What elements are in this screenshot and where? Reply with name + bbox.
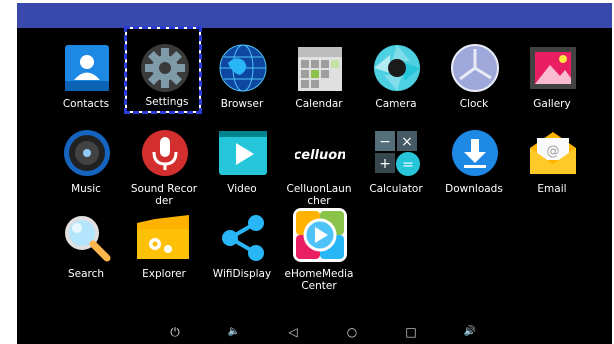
app-browser[interactable]: Browser	[203, 35, 281, 117]
app-contacts[interactable]: Contacts	[47, 35, 125, 117]
app-explorer[interactable]: Explorer	[125, 205, 203, 287]
app-label: eHomeMedia Center	[284, 268, 354, 292]
app-music[interactable]: Music	[47, 120, 125, 202]
app-label: Clock	[459, 98, 489, 110]
app-wifidisplay[interactable]: WifiDisplay	[203, 205, 281, 287]
volume-up-icon[interactable]: 🔊	[462, 324, 478, 340]
microphone-icon	[140, 128, 190, 178]
download-icon	[450, 128, 500, 178]
svg-text:@: @	[547, 144, 560, 159]
settings-gear-icon	[140, 43, 190, 93]
app-ehomemedia-center[interactable]: eHomeMedia Center	[280, 200, 358, 292]
power-icon[interactable]: ⏻	[167, 324, 183, 340]
media-play-icon	[292, 207, 348, 263]
app-settings[interactable]: Settings	[124, 26, 202, 114]
app-label: Contacts	[62, 98, 110, 110]
share-icon	[218, 213, 268, 263]
navigation-bar: ⏻ 🔈 ◁ ○ □ 🔊	[17, 318, 612, 344]
app-video[interactable]: Video	[203, 120, 281, 202]
app-camera[interactable]: Camera	[357, 35, 435, 117]
clock-icon	[450, 43, 500, 93]
app-label: Video	[227, 183, 257, 195]
volume-down-icon[interactable]: 🔈	[226, 324, 242, 340]
svg-text:−: −	[379, 134, 391, 150]
svg-text:+: +	[379, 156, 391, 172]
app-email[interactable]: @ Email	[513, 120, 591, 202]
app-label: Gallery	[533, 98, 571, 110]
play-icon	[218, 128, 268, 178]
app-label: Browser	[220, 98, 264, 110]
app-label: Search	[67, 268, 105, 280]
app-calculator[interactable]: − × + = Calculator	[357, 120, 435, 202]
camera-aperture-icon	[372, 43, 422, 93]
app-label: WifiDisplay	[212, 268, 272, 280]
home-icon[interactable]: ○	[344, 324, 360, 340]
app-search[interactable]: Search	[47, 205, 125, 287]
magnifier-icon	[62, 213, 112, 263]
envelope-icon: @	[528, 128, 578, 178]
back-icon[interactable]: ◁	[285, 324, 301, 340]
app-label: Calendar	[295, 98, 343, 110]
contacts-icon	[62, 43, 112, 93]
status-bar	[17, 3, 612, 28]
app-label: Sound Recorder	[130, 183, 198, 207]
app-label: Settings	[145, 96, 189, 108]
app-label: Email	[537, 183, 567, 195]
app-celluon-launcher[interactable]: celluon CelluonLauncher	[280, 120, 358, 207]
app-label: Camera	[375, 98, 417, 110]
app-sound-recorder[interactable]: Sound Recorder	[125, 120, 203, 207]
app-calendar[interactable]: Calendar	[280, 35, 358, 117]
app-label: Downloads	[445, 183, 503, 195]
calendar-icon	[295, 43, 345, 93]
app-label: Calculator	[369, 183, 423, 195]
celluon-logo-icon: celluon	[295, 128, 345, 178]
app-downloads[interactable]: Downloads	[435, 120, 513, 202]
app-label: Music	[71, 183, 101, 195]
svg-text:=: =	[402, 157, 414, 173]
folder-icon	[135, 213, 191, 263]
speaker-icon	[62, 128, 112, 178]
globe-icon	[218, 43, 268, 93]
svg-text:×: ×	[401, 134, 413, 150]
gallery-photo-icon	[528, 43, 578, 93]
recents-icon[interactable]: □	[403, 324, 419, 340]
app-label: Explorer	[142, 268, 186, 280]
app-gallery[interactable]: Gallery	[513, 35, 591, 117]
app-clock[interactable]: Clock	[435, 35, 513, 117]
calculator-icon: − × + =	[372, 128, 422, 178]
svg-text:celluon: celluon	[295, 148, 345, 163]
